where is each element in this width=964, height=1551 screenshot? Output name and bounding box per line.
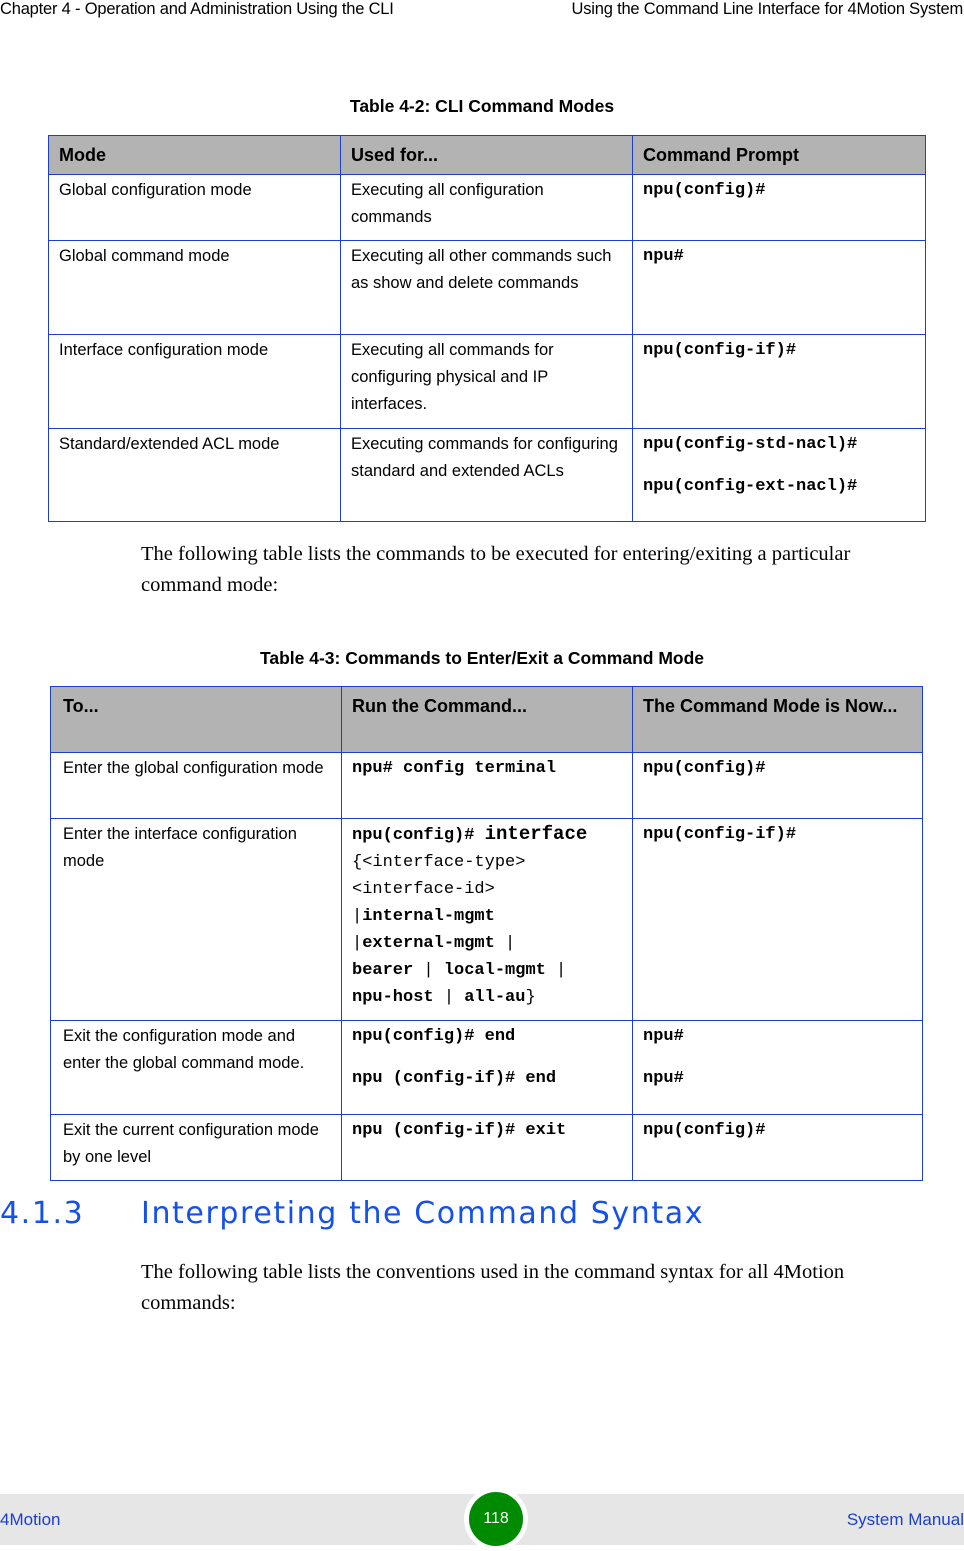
command-line: |external-mgmt | xyxy=(352,934,516,953)
interface-command: npu(config)# interface {<interface-type>… xyxy=(352,821,622,1011)
table-row: Global configuration mode Executing all … xyxy=(48,174,926,241)
action-cell: Enter the interface configuration mode xyxy=(50,818,342,1021)
command-prompt: npu(config-if)# xyxy=(643,341,797,360)
footer-product-name: 4Motion xyxy=(0,1510,61,1529)
enter-exit-command-mode-table: To... Run the Command... The Command Mod… xyxy=(50,686,923,1181)
column-header-mode: Mode xyxy=(48,135,341,175)
command-line: npu(config)# interface xyxy=(352,821,622,849)
command-text: npu(config)# end xyxy=(352,1027,516,1046)
resulting-mode-cell: npu(config)# xyxy=(632,1114,923,1181)
column-header-run-command: Run the Command... xyxy=(341,686,633,753)
mode-cell: Global command mode xyxy=(48,240,341,335)
table-row: Enter the interface configuration mode n… xyxy=(50,818,923,1021)
table-row: Enter the global configuration mode npu#… xyxy=(50,752,923,819)
used-for-cell: Executing all commands for configuring p… xyxy=(340,334,633,429)
command-line: {<interface-type> xyxy=(352,853,526,872)
used-for-cell: Executing commands for configuring stand… xyxy=(340,428,633,522)
command-prompt: npu(config)# xyxy=(643,1121,766,1140)
action-cell: Exit the configuration mode and enter th… xyxy=(50,1020,342,1115)
command-line: |internal-mgmt xyxy=(352,907,495,926)
section-title-text: Interpreting the Command Syntax xyxy=(141,1196,705,1231)
section-number: 4.1.3 xyxy=(0,1196,85,1231)
command-cell: npu (config-if)# exit xyxy=(341,1114,633,1181)
chapter-title: Chapter 4 - Operation and Administration… xyxy=(0,0,394,18)
running-header: Chapter 4 - Operation and Administration… xyxy=(0,0,964,20)
command-text: npu (config-if)# end xyxy=(352,1069,557,1088)
command-prompt-part: npu(config)# xyxy=(352,826,475,845)
paragraph-syntax-intro: The following table lists the convention… xyxy=(141,1261,845,1314)
page-number-badge: 118 xyxy=(464,1487,528,1551)
prompt-cell: npu(config)# xyxy=(632,174,926,241)
command-line: <interface-id> xyxy=(352,880,495,899)
column-header-command-prompt: Command Prompt xyxy=(632,135,926,175)
prompt-cell: npu(config-std-nacl)# npu(config-ext-nac… xyxy=(632,428,926,522)
section-title: Using the Command Line Interface for 4Mo… xyxy=(571,0,964,18)
command-prompt: npu(config)# xyxy=(643,759,766,778)
table-caption-modes: Table 4-2: CLI Command Modes xyxy=(349,96,615,116)
mode-cell: Interface configuration mode xyxy=(48,334,341,429)
resulting-mode-cell: npu# npu# xyxy=(632,1020,923,1115)
paragraph-enter-exit-intro: The following table lists the commands t… xyxy=(141,543,851,596)
resulting-mode-cell: npu(config)# xyxy=(632,752,923,819)
table-header-row: Mode Used for... Command Prompt xyxy=(48,135,926,175)
command-prompt: npu# xyxy=(643,247,684,266)
table-row: Exit the current configuration mode by o… xyxy=(50,1114,923,1181)
command-text: npu (config-if)# exit xyxy=(352,1121,567,1140)
cli-command-modes-table: Mode Used for... Command Prompt Global c… xyxy=(48,135,926,522)
footer-document-title: System Manual xyxy=(846,1510,964,1529)
table-caption-enter-exit: Table 4-3: Commands to Enter/Exit a Comm… xyxy=(259,648,705,668)
table-row: Standard/extended ACL mode Executing com… xyxy=(48,428,926,522)
used-for-cell: Executing all configuration commands xyxy=(340,174,633,241)
section-heading: 4.1.3 Interpreting the Command Syntax xyxy=(0,1196,704,1231)
command-prompt: npu(config)# xyxy=(643,181,766,200)
column-header-resulting-mode: The Command Mode is Now... xyxy=(632,686,923,753)
command-prompt: npu(config-std-nacl)# xyxy=(643,435,858,454)
command-line: npu-host | all-au} xyxy=(352,988,536,1007)
table-row: Interface configuration mode Executing a… xyxy=(48,334,926,429)
table-row: Exit the configuration mode and enter th… xyxy=(50,1020,923,1115)
command-text: npu# config terminal xyxy=(352,759,557,778)
column-header-to: To... xyxy=(50,686,342,753)
action-cell: Enter the global configuration mode xyxy=(50,752,342,819)
column-header-used-for: Used for... xyxy=(340,135,633,175)
command-cell: npu(config)# interface {<interface-type>… xyxy=(341,818,633,1021)
prompt-cell: npu(config-if)# xyxy=(632,334,926,429)
used-for-cell: Executing all other commands such as sho… xyxy=(340,240,633,335)
table-header-row: To... Run the Command... The Command Mod… xyxy=(50,686,923,753)
command-cell: npu# config terminal xyxy=(341,752,633,819)
command-line: bearer | local-mgmt | xyxy=(352,961,567,980)
command-prompt: npu(config-if)# xyxy=(643,825,797,844)
command-cell: npu(config)# end npu (config-if)# end xyxy=(341,1020,633,1115)
command-prompt: npu(config-ext-nacl)# xyxy=(643,477,858,496)
resulting-mode-cell: npu(config-if)# xyxy=(632,818,923,1021)
mode-cell: Standard/extended ACL mode xyxy=(48,428,341,522)
action-cell: Exit the current configuration mode by o… xyxy=(50,1114,342,1181)
command-prompt: npu# xyxy=(643,1069,684,1088)
table-row: Global command mode Executing all other … xyxy=(48,240,926,335)
command-keyword: interface xyxy=(484,823,588,845)
mode-cell: Global configuration mode xyxy=(48,174,341,241)
command-prompt: npu# xyxy=(643,1027,684,1046)
prompt-cell: npu# xyxy=(632,240,926,335)
